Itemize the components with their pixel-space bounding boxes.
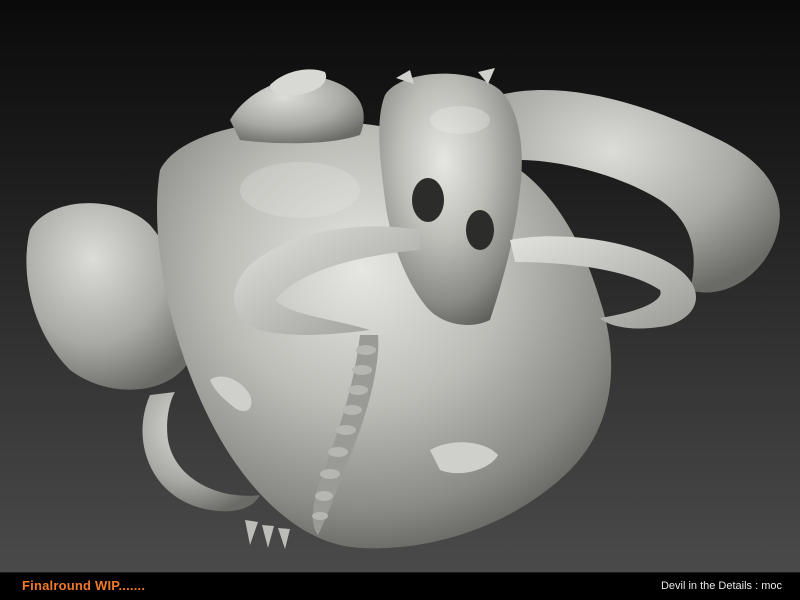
- render-frame: Finalround WIP....... Devil in the Detai…: [0, 0, 800, 600]
- highlight-back: [240, 162, 360, 218]
- artwork-title: Devil in the Details : moc: [660, 580, 782, 592]
- sculpt-viewport: [0, 0, 800, 572]
- sculpt-render-image: [26, 68, 780, 549]
- caption-bar: Finalround WIP....... Devil in the Detai…: [0, 572, 800, 600]
- eye-socket-right: [466, 210, 494, 250]
- claws: [245, 520, 290, 549]
- wip-label: Finalround WIP.......: [22, 578, 146, 593]
- highlight-head: [430, 106, 490, 134]
- eye-socket-left: [412, 178, 444, 222]
